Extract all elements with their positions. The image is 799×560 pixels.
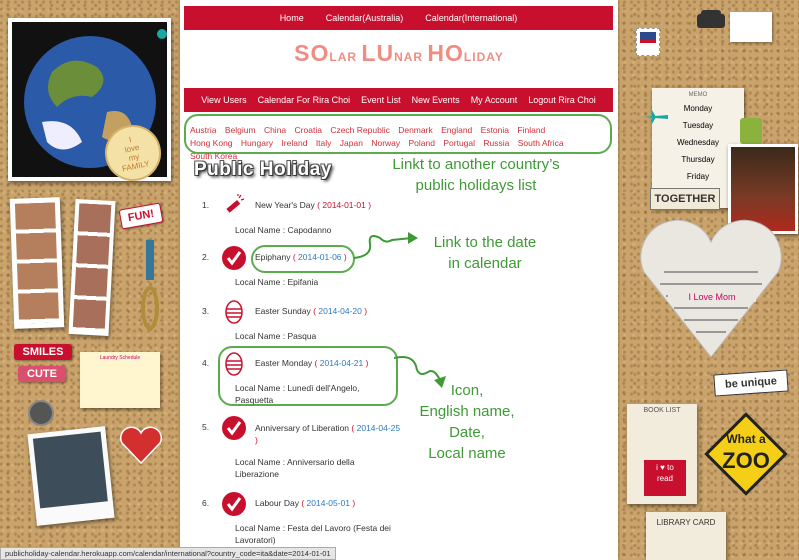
carabiner-icon <box>140 240 160 335</box>
top-nav: Home Calendar(Australia) Calendar(Intern… <box>184 6 613 30</box>
together-tag: TOGETHER <box>650 188 720 210</box>
annotation-date: Link to the date in calendar <box>433 234 537 272</box>
plane-icon <box>640 108 670 131</box>
smiles-label: SMILES <box>14 344 72 360</box>
browser-status-bar: publicholiday-calendar.herokuapp.com/cal… <box>0 547 336 560</box>
holiday-date-link[interactable]: 2014-04-21 <box>320 358 363 368</box>
country-link[interactable]: Hungary <box>241 138 273 148</box>
cute-label: CUTE <box>18 366 66 382</box>
country-link[interactable]: Estonia <box>481 125 509 135</box>
easter-egg-icon <box>222 300 246 324</box>
newspaper-heart <box>636 212 786 367</box>
be-unique-label: be unique <box>713 369 789 397</box>
country-link[interactable]: Finland <box>517 125 545 135</box>
fun-label: FUN! <box>118 202 164 230</box>
what-a-zoo-sign: What a ZOO <box>700 408 792 500</box>
country-link[interactable]: England <box>441 125 472 135</box>
main-page: Home Calendar(Australia) Calendar(Intern… <box>180 0 618 560</box>
country-link[interactable]: Croatia <box>295 125 322 135</box>
country-link[interactable]: China <box>264 125 286 135</box>
country-link[interactable]: Denmark <box>398 125 432 135</box>
page-title: Public Holiday <box>194 159 332 180</box>
holiday-date-link[interactable]: 2014-04-25 <box>357 423 400 433</box>
photo-strip-2 <box>68 199 116 336</box>
laundry-note: Laundry Schedule <box>80 352 160 408</box>
country-link[interactable]: Norway <box>371 138 400 148</box>
country-link[interactable]: Italy <box>316 138 332 148</box>
nav-calendar-for-user[interactable]: Calendar For Rira Choi <box>258 95 351 105</box>
country-link[interactable]: Czech Republic <box>330 125 390 135</box>
nav-calendar-australia[interactable]: Calendar(Australia) <box>326 13 404 23</box>
stamp <box>636 28 660 56</box>
firecracker-icon <box>222 194 246 218</box>
easter-egg-icon <box>222 352 246 376</box>
holiday-date-link[interactable]: 2014-05-01 <box>307 498 350 508</box>
checkmark-icon <box>222 492 246 516</box>
i-love-to-read-card: i ♥ to read <box>644 460 686 496</box>
country-link[interactable]: South Africa <box>518 138 564 148</box>
holiday-date-link[interactable]: 2014-04-20 <box>318 306 361 316</box>
country-link[interactable]: Ireland <box>281 138 307 148</box>
binder-clip-icon <box>740 118 762 144</box>
nav-calendar-international[interactable]: Calendar(International) <box>425 13 517 23</box>
photo-strip-1 <box>9 197 65 329</box>
phone-icon <box>695 8 727 30</box>
annotation-item: Icon, English name, Date, Local name <box>419 382 515 462</box>
site-logo[interactable]: SOLAR LUNAR HOLIDAY <box>180 40 618 67</box>
button-pin-icon <box>28 400 54 426</box>
checkmark-icon <box>222 246 246 270</box>
nav-logout[interactable]: Logout Rira Choi <box>528 95 596 105</box>
country-link[interactable]: Japan <box>340 138 363 148</box>
country-link[interactable]: Poland <box>409 138 435 148</box>
checkmark-icon <box>222 416 246 440</box>
country-link[interactable]: Austria <box>190 125 216 135</box>
country-link[interactable]: Portugal <box>443 138 475 148</box>
annotation-countries: Linkt to another country’s public holiday… <box>392 156 560 194</box>
nav-new-events[interactable]: New Events <box>412 95 460 105</box>
country-link[interactable]: Russia <box>483 138 509 148</box>
nav-view-users[interactable]: View Users <box>201 95 246 105</box>
nav-home[interactable]: Home <box>280 13 304 23</box>
heart-icon <box>118 425 164 470</box>
nav-event-list[interactable]: Event List <box>361 95 401 105</box>
nav-my-account[interactable]: My Account <box>471 95 518 105</box>
country-link[interactable]: Belgium <box>225 125 256 135</box>
library-card: LIBRARY CARD <box>646 512 726 560</box>
country-link[interactable]: Hong Kong <box>190 138 233 148</box>
sticky-note-small <box>730 12 772 42</box>
holiday-date-link[interactable]: 2014-01-01 <box>322 200 365 210</box>
main-nav: View Users Calendar For Rira Choi Event … <box>184 88 613 112</box>
photo-polaroid <box>27 426 115 526</box>
holiday-date-link[interactable]: 2014-01-06 <box>298 252 341 262</box>
i-love-mom-label: I Love Mom <box>668 292 756 302</box>
